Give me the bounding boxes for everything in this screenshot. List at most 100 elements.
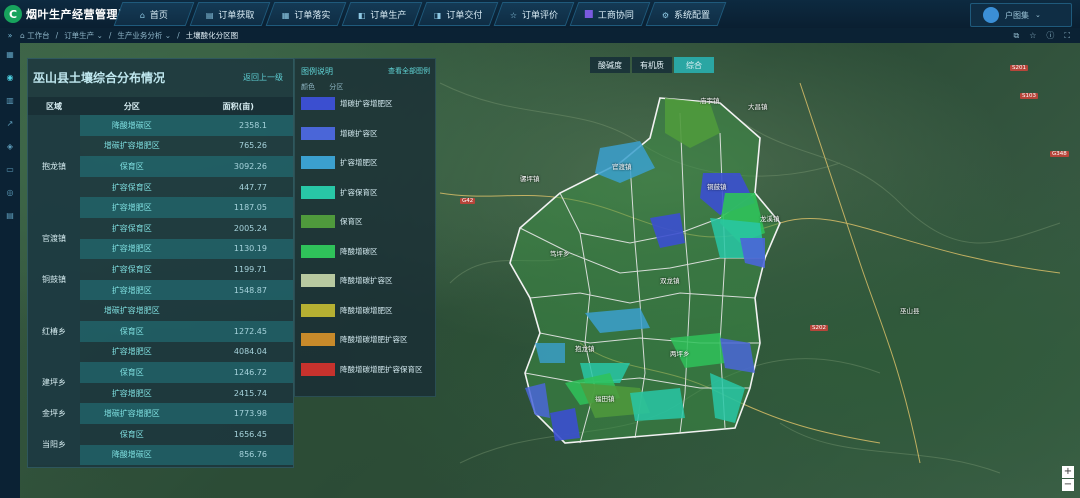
nav-order-acquire[interactable]: ▤ 订单获取 — [189, 2, 271, 26]
map-label: 骡坪镇 — [520, 175, 540, 183]
area-cell — [184, 300, 293, 321]
table-icon[interactable]: ▤ — [0, 204, 20, 227]
table-row[interactable]: 红椿乡 增碳扩容增肥区 — [28, 300, 293, 363]
user-menu[interactable]: 户图集 ⌄ — [970, 3, 1072, 27]
nav-order-production[interactable]: ◧ 订单生产 — [341, 2, 423, 26]
collapse-menu-icon[interactable]: » — [0, 31, 20, 40]
breadcrumb-item-production[interactable]: 订单生产 ⌄ — [64, 30, 103, 41]
area-cell: 1130.19 — [183, 238, 293, 260]
zoom-control: + − — [1062, 466, 1074, 492]
copy-icon[interactable]: ⧉ — [1014, 31, 1020, 41]
nav-order-evaluation[interactable]: ☆ 订单评价 — [493, 2, 575, 26]
table-row[interactable]: 抱龙镇 降酸增碳区 2358.1 — [28, 115, 293, 218]
road-label: G42 — [460, 198, 476, 204]
area-cell: 1773.98 — [183, 403, 293, 424]
distribution-table: 区域 分区 面积(亩) 抱龙镇 降酸增碳区 2358.1 增碳扩容增肥区 765… — [28, 97, 293, 466]
zone-cell: 扩容保育区 — [111, 182, 152, 192]
user-name: 户图集 — [1005, 10, 1029, 20]
chart-icon[interactable]: ▥ — [0, 89, 20, 112]
legend-item[interactable]: 扩容保育区 — [301, 185, 378, 199]
zoom-in-button[interactable]: + — [1062, 466, 1074, 478]
zone-patch — [550, 408, 580, 441]
map-label: 龙溪镇 — [760, 215, 780, 223]
area-cell: 4084.04 — [233, 347, 267, 357]
zone-cell: 扩容增肥区 — [80, 238, 184, 260]
legend-label: 降酸增碳增肥区 — [340, 305, 393, 315]
legend-item[interactable]: 保育区 — [301, 215, 363, 228]
table-row[interactable]: 铜鼓镇 扩容保育区 1199.71 — [28, 259, 293, 301]
map-legend: 图例说明 查看全部图例 颜色 分区 增碳扩容增肥区 增碳扩容区 扩容增肥区 扩容保育区… — [294, 58, 436, 397]
legend-item[interactable]: 扩容增肥区 — [301, 156, 378, 169]
layers-icon[interactable]: ◈ — [0, 135, 20, 158]
zone-patch — [720, 338, 755, 373]
town-cell: 抱龙镇 — [28, 115, 80, 218]
inbox-icon: ▤ — [205, 10, 214, 20]
back-link[interactable]: 返回上一级 — [243, 72, 283, 83]
soil-map-icon[interactable]: ◉ — [0, 66, 20, 89]
area-cell: 1656.45 — [233, 429, 267, 439]
nav-home[interactable]: ⌂ 首页 — [113, 2, 195, 26]
legend-item[interactable]: 增碳扩容增肥区 — [301, 97, 393, 110]
table-row[interactable]: 金坪乡 增碳扩容增肥区 1773.98 — [28, 403, 293, 424]
nav-order-delivery[interactable]: ◨ 订单交付 — [417, 2, 499, 26]
breadcrumb-home[interactable]: ⌂ 工作台 — [20, 30, 50, 41]
road-label: S201 — [1010, 65, 1028, 71]
road-label: S202 — [810, 325, 828, 331]
town-cell: 建坪乡 — [28, 362, 80, 404]
truck-icon: ◨ — [433, 10, 442, 20]
table-row[interactable]: 建坪乡 保育区 1246.72 — [28, 362, 293, 404]
nav-business-collab[interactable]: 工商协同 — [569, 2, 651, 26]
legend-swatch — [301, 97, 335, 110]
doc-icon[interactable]: ▭ — [0, 158, 20, 181]
area-cell: 1187.05 — [183, 197, 293, 218]
nav-order-implement[interactable]: ▦ 订单落实 — [265, 2, 347, 26]
avatar — [983, 7, 999, 23]
zone-cell: 增碳扩容增肥区 — [103, 141, 160, 151]
app-logo: C — [4, 5, 22, 23]
legend-swatch — [301, 362, 335, 376]
zone-cell: 扩容增肥区 — [80, 197, 184, 218]
area-cell: 1246.72 — [183, 362, 293, 383]
info-icon[interactable]: ⓘ — [1046, 30, 1054, 41]
legend-item[interactable]: 降酸增碳增肥扩容区 — [301, 333, 408, 346]
zone-cell: 保育区 — [80, 320, 184, 342]
location-icon[interactable]: ◎ — [0, 181, 20, 204]
tractor-icon: ◧ — [357, 10, 366, 20]
breadcrumb-item-analysis[interactable]: 生产业务分析 ⌄ — [117, 30, 171, 41]
nav-system-config[interactable]: ⚙ 系统配置 — [645, 2, 727, 26]
tab-organic-matter[interactable]: 有机质 — [632, 57, 672, 73]
home-icon: ⌂ — [139, 10, 146, 20]
legend-swatch — [301, 185, 335, 199]
legend-item[interactable]: 降酸增碳区 — [301, 244, 378, 258]
table-row[interactable]: 当阳乡 保育区 1656.45 — [28, 423, 293, 466]
trend-icon[interactable]: ↗ — [0, 112, 20, 135]
legend-item[interactable]: 降酸增碳扩容区 — [301, 274, 393, 287]
legend-swatch — [301, 244, 335, 258]
col-region: 区域 — [28, 97, 80, 115]
legend-item[interactable]: 增碳扩容区 — [301, 126, 378, 140]
breadcrumb-sep: / — [177, 31, 180, 40]
legend-swatch — [301, 215, 335, 228]
table-row[interactable]: 官渡镇 扩容保育区 2005.24 — [28, 217, 293, 260]
town-cell: 铜鼓镇 — [28, 259, 80, 301]
star-icon: ☆ — [509, 10, 518, 20]
legend-more-link[interactable]: 查看全部图例 — [388, 66, 430, 76]
legend-item[interactable]: 降酸增碳增肥扩容保育区 — [301, 362, 423, 376]
zone-cell: 扩容保育区 — [111, 223, 152, 233]
tab-comprehensive[interactable]: 综合 — [674, 57, 714, 73]
legend-swatch — [301, 303, 335, 317]
dashboard-icon[interactable]: ▦ — [0, 43, 20, 66]
legend-item[interactable]: 降酸增碳增肥区 — [301, 303, 393, 317]
legend-label: 降酸增碳增肥扩容保育区 — [340, 364, 423, 374]
road-label: G348 — [1050, 151, 1069, 157]
zoom-out-button[interactable]: − — [1062, 479, 1074, 491]
legend-label: 扩容增肥区 — [340, 158, 378, 167]
star-outline-icon[interactable]: ☆ — [1029, 31, 1036, 40]
zone-cell: 扩容增肥区 — [80, 279, 184, 301]
tab-ph[interactable]: 酸碱度 — [590, 57, 630, 73]
legend-swatch — [301, 333, 335, 346]
legend-col-color: 颜色 — [301, 83, 315, 91]
legend-swatch — [301, 126, 335, 140]
fullscreen-icon[interactable]: ⛶ — [1064, 31, 1070, 41]
map-label: 两坪乡 — [670, 350, 690, 358]
